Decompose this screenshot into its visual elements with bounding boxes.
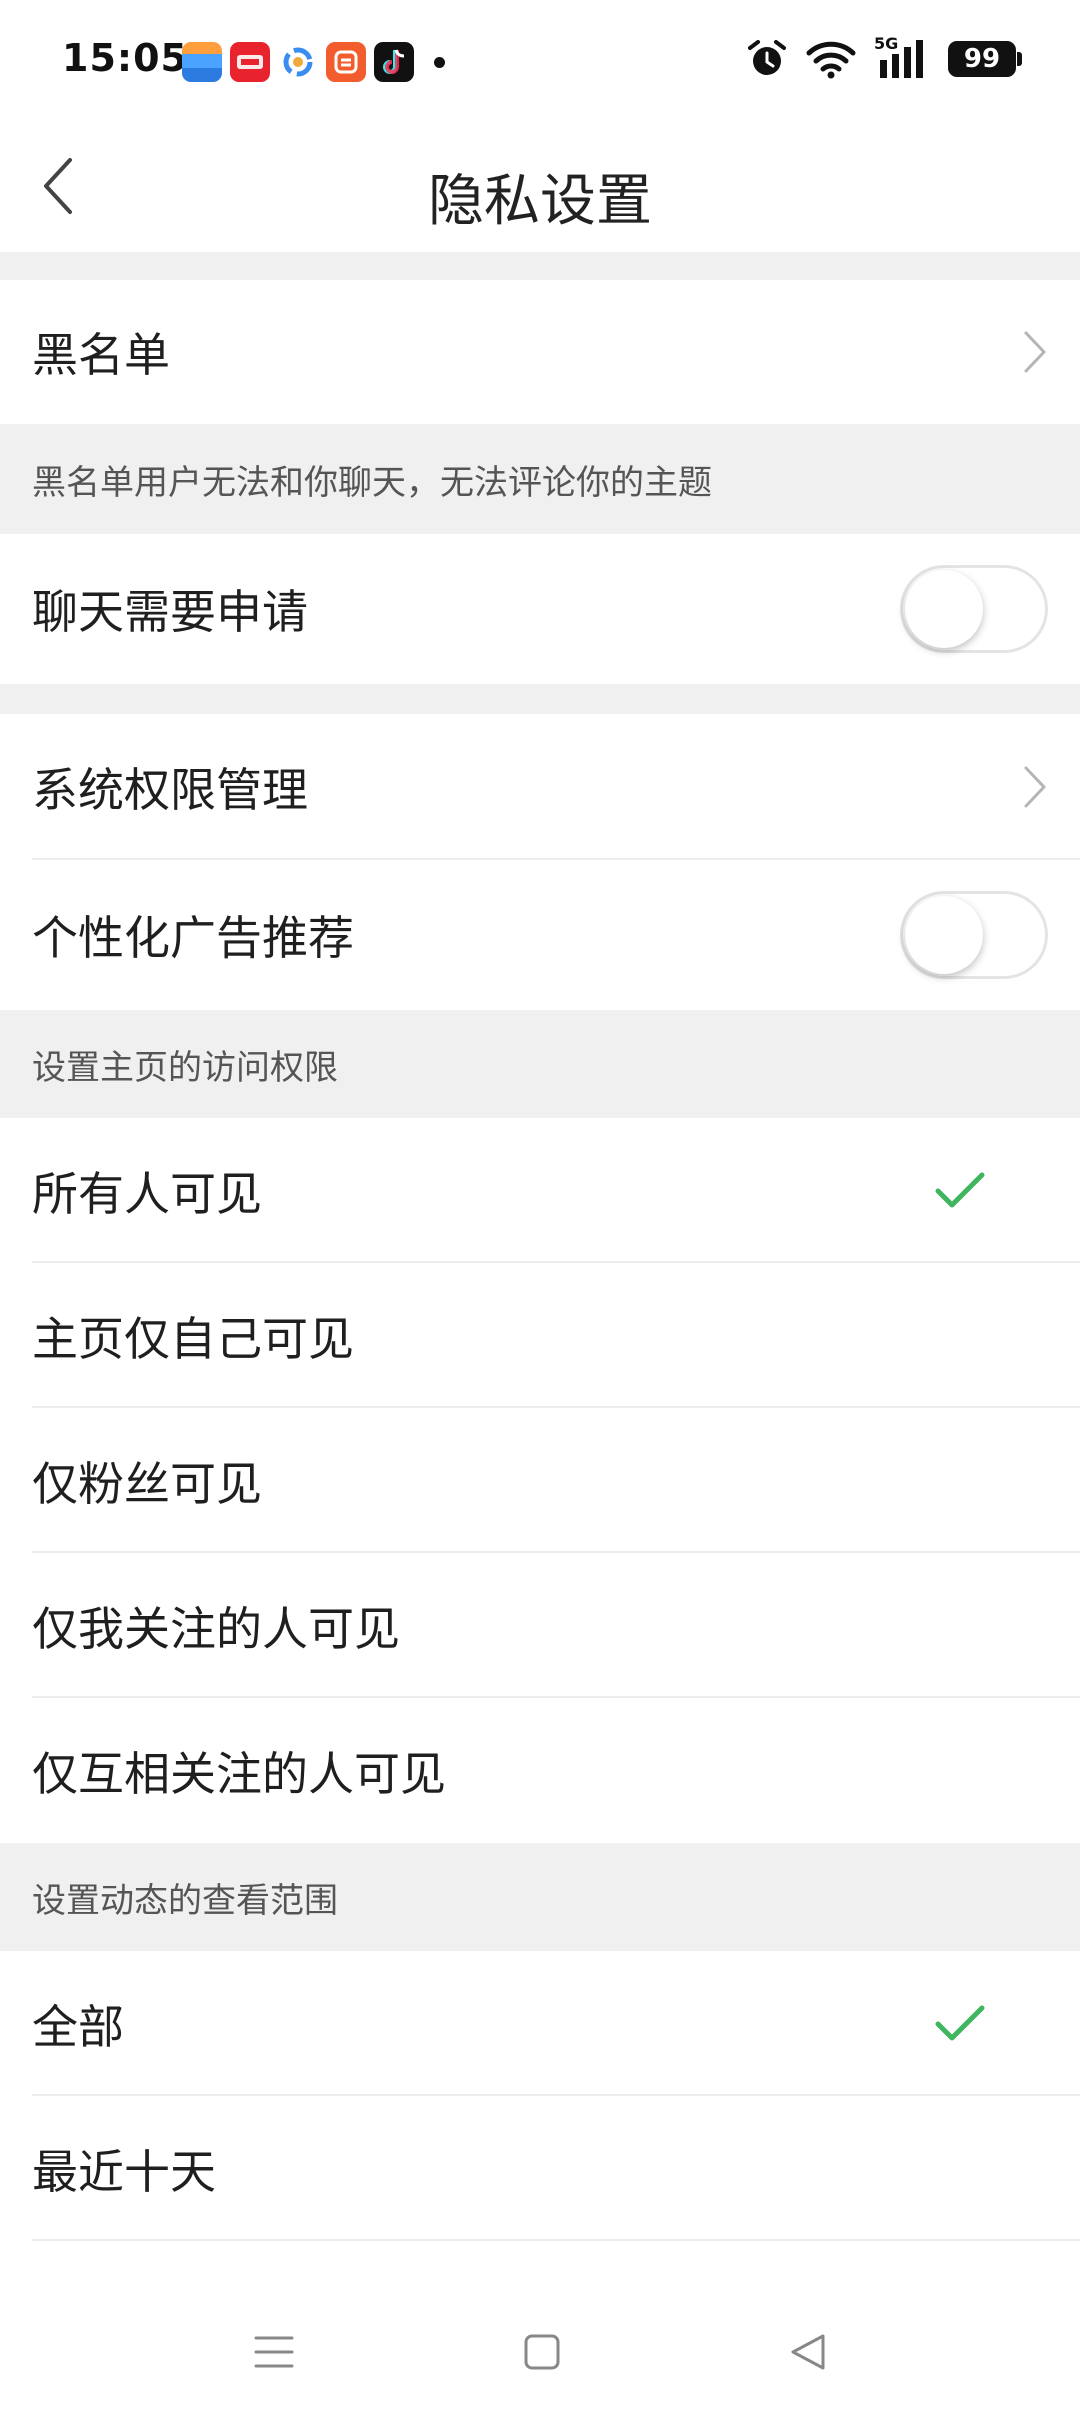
status-right: 5G 99: [746, 34, 1022, 80]
blacklist-row[interactable]: 黑名单: [0, 280, 1080, 424]
homepage-option-self[interactable]: 主页仅自己可见: [0, 1263, 1080, 1408]
section-gap: [0, 684, 1080, 714]
feed-option-all[interactable]: 全部: [0, 1951, 1080, 2096]
settings-content: 黑名单 黑名单用户无法和你聊天，无法评论你的主题 聊天需要申请 系统权限管理 个…: [0, 252, 1080, 2241]
menu-button[interactable]: [234, 2312, 314, 2392]
home-button[interactable]: [502, 2312, 582, 2392]
personalized-ads-label: 个性化广告推荐: [32, 911, 354, 965]
homepage-option-mutual[interactable]: 仅互相关注的人可见: [0, 1698, 1080, 1843]
alarm-icon: [748, 40, 786, 75]
section-gap: [0, 252, 1080, 280]
page-title: 隐私设置: [428, 169, 652, 234]
pinduoduo-icon: [326, 42, 366, 82]
checkmark-icon: [935, 1172, 985, 1207]
system-back-button[interactable]: [768, 2312, 848, 2392]
wallet-icon: [182, 42, 222, 82]
toggle-knob: [905, 896, 983, 974]
option-label: 主页仅自己可见: [32, 1311, 354, 1366]
privacy-settings-screen: 15:05 5G 99 隐私设置 黑名单 黑名单用户无法和你聊天，无法评论你的主…: [0, 0, 1080, 2412]
homepage-option-following[interactable]: 仅我关注的人可见: [0, 1553, 1080, 1698]
option-label: 仅我关注的人可见: [32, 1601, 400, 1656]
homepage-access-header: 设置主页的访问权限: [0, 1010, 1080, 1118]
chevron-right-icon: [1024, 766, 1046, 808]
signal-bars-icon: [880, 40, 923, 78]
checkmark-icon: [935, 2005, 985, 2040]
system-nav-bar: [0, 2292, 1080, 2412]
option-label: 全部: [32, 1999, 124, 2054]
triangle-back-icon: [791, 2334, 825, 2370]
personalized-ads-row: 个性化广告推荐: [0, 860, 1080, 1010]
option-label: 仅互相关注的人可见: [32, 1746, 446, 1801]
toggle-knob: [905, 570, 983, 648]
chat-request-toggle[interactable]: [900, 565, 1048, 653]
chat-request-label: 聊天需要申请: [32, 585, 308, 639]
status-time: 15:05: [62, 36, 188, 80]
system-permissions-label: 系统权限管理: [32, 763, 308, 817]
homepage-option-all[interactable]: 所有人可见: [0, 1118, 1080, 1263]
feed-range-header: 设置动态的查看范围: [0, 1843, 1080, 1951]
nav-bar: 隐私设置: [0, 120, 1080, 252]
option-label: 仅粉丝可见: [32, 1456, 262, 1511]
chat-request-row: 聊天需要申请: [0, 534, 1080, 684]
row-divider: [32, 2239, 1080, 2241]
wifi-icon: [806, 41, 856, 79]
option-label: 所有人可见: [32, 1166, 262, 1221]
feed-option-ten-days[interactable]: 最近十天: [0, 2096, 1080, 2241]
circle-app-icon: [278, 42, 318, 82]
status-bar: 15:05 5G 99: [0, 0, 1080, 120]
chevron-right-icon: [1024, 331, 1046, 373]
square-home-icon: [524, 2334, 560, 2370]
battery-indicator: 99: [948, 41, 1022, 77]
personalized-ads-toggle[interactable]: [900, 891, 1048, 979]
jd-icon: [230, 42, 270, 82]
more-notifications-dot: [434, 56, 445, 68]
cellular-signal: 5G: [874, 34, 930, 80]
homepage-option-fans[interactable]: 仅粉丝可见: [0, 1408, 1080, 1553]
system-permissions-row[interactable]: 系统权限管理: [0, 714, 1080, 860]
blacklist-description: 黑名单用户无法和你聊天，无法评论你的主题: [0, 424, 1080, 534]
menu-icon: [254, 2336, 294, 2368]
blacklist-label: 黑名单: [32, 328, 170, 382]
option-label: 最近十天: [32, 2144, 216, 2199]
notification-icons: [182, 40, 445, 84]
tiktok-icon: [374, 42, 414, 82]
